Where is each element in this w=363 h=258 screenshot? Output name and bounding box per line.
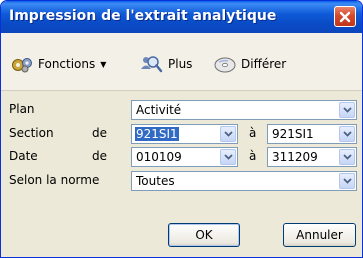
section-from-select[interactable]: 921SI1: [131, 124, 238, 144]
section-label: Section: [9, 126, 54, 140]
section-from-dropdown-button[interactable]: [220, 126, 236, 142]
date-to-select[interactable]: 311209: [267, 147, 357, 167]
section-to-dropdown-button[interactable]: [339, 126, 355, 142]
chevron-down-icon: [342, 154, 352, 160]
gears-icon: [12, 58, 32, 73]
date-to-label: à: [249, 149, 257, 163]
section-to-select[interactable]: 921SI1: [267, 124, 357, 144]
date-from-select[interactable]: 010109: [131, 147, 238, 167]
cancel-button[interactable]: Annuler: [283, 223, 356, 247]
date-from-dropdown-button[interactable]: [220, 149, 236, 165]
magnifier-people-icon: [141, 56, 163, 73]
plan-select[interactable]: Activité: [131, 100, 357, 120]
section-to-value: 921SI1: [272, 127, 314, 141]
functions-menu-button[interactable]: Fonctions ▼: [10, 53, 106, 75]
date-from-value: 010109: [136, 150, 182, 164]
norm-label: Selon la norme: [9, 173, 100, 187]
toolbar: Fonctions ▼ Plus Différer: [1, 33, 362, 91]
differ-label: Différer: [241, 57, 287, 71]
chevron-down-icon: [223, 131, 233, 137]
date-label: Date: [9, 149, 38, 163]
section-from-value: 921SI1: [135, 127, 179, 141]
norm-value: Toutes: [136, 174, 175, 188]
dialog-window: Impression de l'extrait analytique Fonct…: [0, 0, 363, 258]
ok-button[interactable]: OK: [168, 223, 240, 247]
section-to-label: à: [249, 126, 257, 140]
differ-button[interactable]: Différer: [213, 53, 286, 75]
dialog-footer: OK Annuler: [1, 215, 362, 257]
plus-label: Plus: [168, 57, 193, 71]
caret-down-icon: ▼: [100, 59, 107, 69]
date-to-value: 311209: [272, 150, 318, 164]
plus-button[interactable]: Plus: [138, 53, 192, 75]
close-icon: [339, 11, 351, 22]
norm-dropdown-button[interactable]: [339, 173, 355, 189]
section-from-label: de: [92, 126, 107, 140]
chevron-down-icon: [223, 154, 233, 160]
chevron-down-icon: [342, 107, 352, 113]
close-button[interactable]: [334, 6, 356, 27]
plan-value: Activité: [136, 103, 182, 117]
cd-icon: [214, 57, 236, 73]
functions-label: Fonctions: [38, 57, 96, 71]
norm-select[interactable]: Toutes: [131, 171, 357, 191]
title-bar[interactable]: Impression de l'extrait analytique: [1, 1, 362, 33]
chevron-down-icon: [342, 178, 352, 184]
plan-label: Plan: [9, 102, 35, 116]
plan-dropdown-button[interactable]: [339, 102, 355, 118]
date-to-dropdown-button[interactable]: [339, 149, 355, 165]
date-from-label: de: [92, 149, 107, 163]
chevron-down-icon: [342, 131, 352, 137]
criteria-form: Plan Activité Section de 921SI1 à 921SI1…: [1, 91, 362, 191]
window-title: Impression de l'extrait analytique: [9, 8, 277, 24]
